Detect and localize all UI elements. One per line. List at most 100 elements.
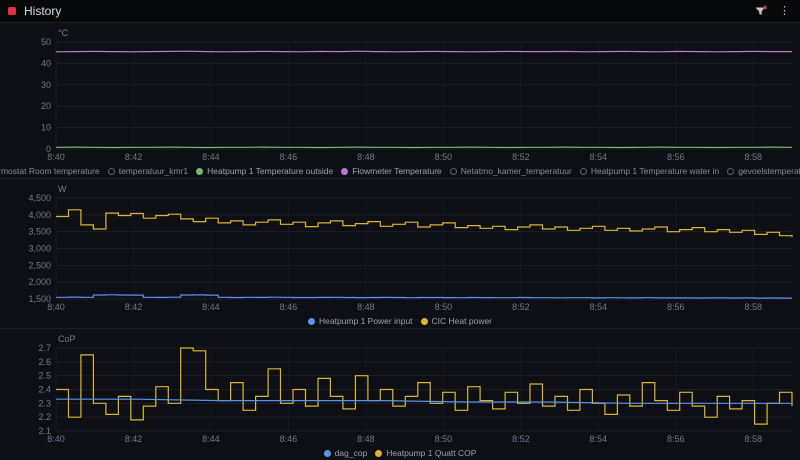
- legend-item[interactable]: Thermostat Room temperature: [0, 164, 100, 178]
- x-tick-label: 8:54: [590, 434, 608, 444]
- legend-label: Heatpump 1 Temperature water in: [590, 166, 720, 176]
- series-color-dot: [341, 167, 349, 175]
- series-color-dot: [307, 317, 315, 325]
- x-tick-label: 8:40: [47, 434, 65, 444]
- x-tick-label: 8:42: [125, 434, 143, 444]
- filter-icon: [755, 5, 767, 15]
- legend-item[interactable]: Heatpump 1 Quatt COP: [375, 446, 476, 460]
- legend-item[interactable]: Heatpump 1 Temperature water in: [579, 164, 720, 178]
- legend-label: CIC Heat power: [431, 316, 493, 326]
- axis-unit-label: W: [58, 184, 67, 194]
- x-tick-label: 8:50: [435, 302, 453, 312]
- legend-label: Thermostat Room temperature: [0, 166, 100, 176]
- y-tick-label: 2.3: [38, 398, 51, 408]
- series-line-flowmeter-temperature: [55, 50, 792, 53]
- x-tick-label: 8:48: [357, 302, 375, 312]
- x-tick-label: 8:58: [744, 152, 762, 162]
- legend-label: Heatpump 1 Quatt COP: [386, 448, 477, 458]
- series-line-heatpump-1-quatt-cop: [56, 347, 793, 425]
- kebab-menu-button[interactable]: ⋮: [777, 4, 792, 19]
- x-tick-label: 8:44: [202, 434, 220, 444]
- x-tick-label: 8:52: [512, 152, 530, 162]
- series-color-dot: [449, 167, 457, 175]
- panel-power-history: 1,500 2,000 2,500 3,000 3,500 4,000 4,500 8:40 8…: [0, 178, 800, 328]
- y-tick-label: 2,000: [28, 277, 51, 287]
- legend-label: gevoelstemperatuur_kmr1: [738, 166, 800, 176]
- temperature-chart[interactable]: 010203040508:40 8:42 8:44 8:46 8:48 8:50 8:52 8…: [0, 26, 800, 164]
- legend-item[interactable]: Netatmo_kamer_temperatuur: [449, 164, 572, 178]
- series-color-dot: [579, 167, 587, 175]
- legend-label: Flowmeter Temperature: [352, 166, 442, 176]
- cop-legend: dag_cop Heatpump 1 Quatt COP: [0, 446, 800, 460]
- power-chart[interactable]: 1,5002,0002,5003,0003,5004,0004,5008:40 8…: [0, 182, 800, 314]
- power-legend: Heatpump 1 Power input CIC Heat power: [0, 314, 800, 328]
- filter-button[interactable]: [752, 3, 769, 20]
- kebab-menu-icon: ⋮: [779, 4, 790, 17]
- x-tick-label: 8:46: [280, 302, 298, 312]
- panel-cop-history: 2.1 2.2 2.3 2.4 2.5 2.6 2.7 8:40 8:42 8:44 8:46 8:4…: [0, 328, 800, 460]
- x-tick-label: 8:52: [512, 302, 530, 312]
- x-tick-label: 8:50: [435, 152, 453, 162]
- y-tick-label: 4,500: [28, 193, 51, 203]
- series-line-dag_cop: [56, 398, 792, 404]
- x-tick-label: 8:44: [202, 302, 220, 312]
- legend-item[interactable]: Heatpump 1 Temperature outside: [196, 164, 333, 178]
- cop-chart[interactable]: 2.12.22.32.42.52.62.78:40 8:42 8:44 8:46 8:4…: [0, 332, 800, 446]
- y-tick-label: 2.7: [38, 343, 51, 353]
- x-tick-label: 8:50: [435, 434, 453, 444]
- legend-label: Heatpump 1 Temperature outside: [207, 166, 334, 176]
- series-color-dot: [107, 167, 115, 175]
- x-tick-label: 8:42: [125, 302, 143, 312]
- legend-item[interactable]: dag_cop: [323, 446, 367, 460]
- legend-item[interactable]: CIC Heat power: [420, 314, 493, 328]
- x-tick-label: 8:54: [590, 302, 608, 312]
- x-tick-label: 8:56: [667, 152, 685, 162]
- x-tick-label: 8:52: [512, 434, 530, 444]
- y-tick-label: 50: [41, 37, 51, 47]
- y-tick-label: 2.4: [38, 385, 51, 395]
- axis-unit-label: CoP: [58, 334, 76, 344]
- series-line-heatpump-1-power-input: [56, 294, 792, 299]
- y-tick-label: 2.6: [38, 357, 51, 367]
- series-line-cic-heat-power: [56, 209, 793, 238]
- x-tick-label: 8:46: [280, 434, 298, 444]
- legend-label: Netatmo_kamer_temperatuur: [460, 166, 572, 176]
- x-tick-label: 8:48: [357, 434, 375, 444]
- legend-item[interactable]: temperatuur_kmr1: [107, 164, 189, 178]
- header: History ⋮: [0, 0, 800, 23]
- x-tick-label: 8:58: [744, 302, 762, 312]
- x-tick-label: 8:48: [357, 152, 375, 162]
- legend-item[interactable]: gevoelstemperatuur_kmr1: [727, 164, 800, 178]
- temperature-legend: Thermostat Room setpointThermostat Room …: [0, 164, 800, 178]
- legend-item[interactable]: Flowmeter Temperature: [341, 164, 442, 178]
- y-tick-label: 40: [41, 58, 51, 68]
- y-tick-label: 30: [41, 80, 51, 90]
- panel-temperature-history: 0 10 20 30 40 50 8:40 8:42 8:44 8:46 8:48 8:50 8:52 8…: [0, 23, 800, 178]
- x-tick-label: 8:56: [667, 434, 685, 444]
- legend-label: Heatpump 1 Power input: [318, 316, 413, 326]
- axis-unit-label: °C: [58, 28, 69, 38]
- app-logo-icon: [8, 7, 16, 15]
- legend-label: temperatuur_kmr1: [118, 166, 189, 176]
- x-tick-label: 8:44: [202, 152, 220, 162]
- x-tick-label: 8:40: [47, 302, 65, 312]
- x-tick-label: 8:46: [280, 152, 298, 162]
- page-title: History: [24, 4, 62, 18]
- y-tick-label: 20: [41, 101, 51, 111]
- legend-item[interactable]: Heatpump 1 Power input: [307, 314, 413, 328]
- x-tick-label: 8:58: [744, 434, 762, 444]
- y-tick-label: 3,500: [28, 227, 51, 237]
- series-color-dot: [375, 449, 383, 457]
- x-tick-label: 8:56: [667, 302, 685, 312]
- y-tick-label: 2.5: [38, 371, 51, 381]
- x-tick-label: 8:54: [590, 152, 608, 162]
- x-tick-label: 8:40: [47, 152, 65, 162]
- series-color-dot: [727, 167, 735, 175]
- y-tick-label: 2.2: [38, 412, 51, 422]
- y-tick-label: 2,500: [28, 260, 51, 270]
- series-color-dot: [420, 317, 428, 325]
- y-tick-label: 10: [41, 123, 51, 133]
- y-tick-label: 3,000: [28, 244, 51, 254]
- x-tick-label: 8:42: [125, 152, 143, 162]
- series-color-dot: [196, 167, 204, 175]
